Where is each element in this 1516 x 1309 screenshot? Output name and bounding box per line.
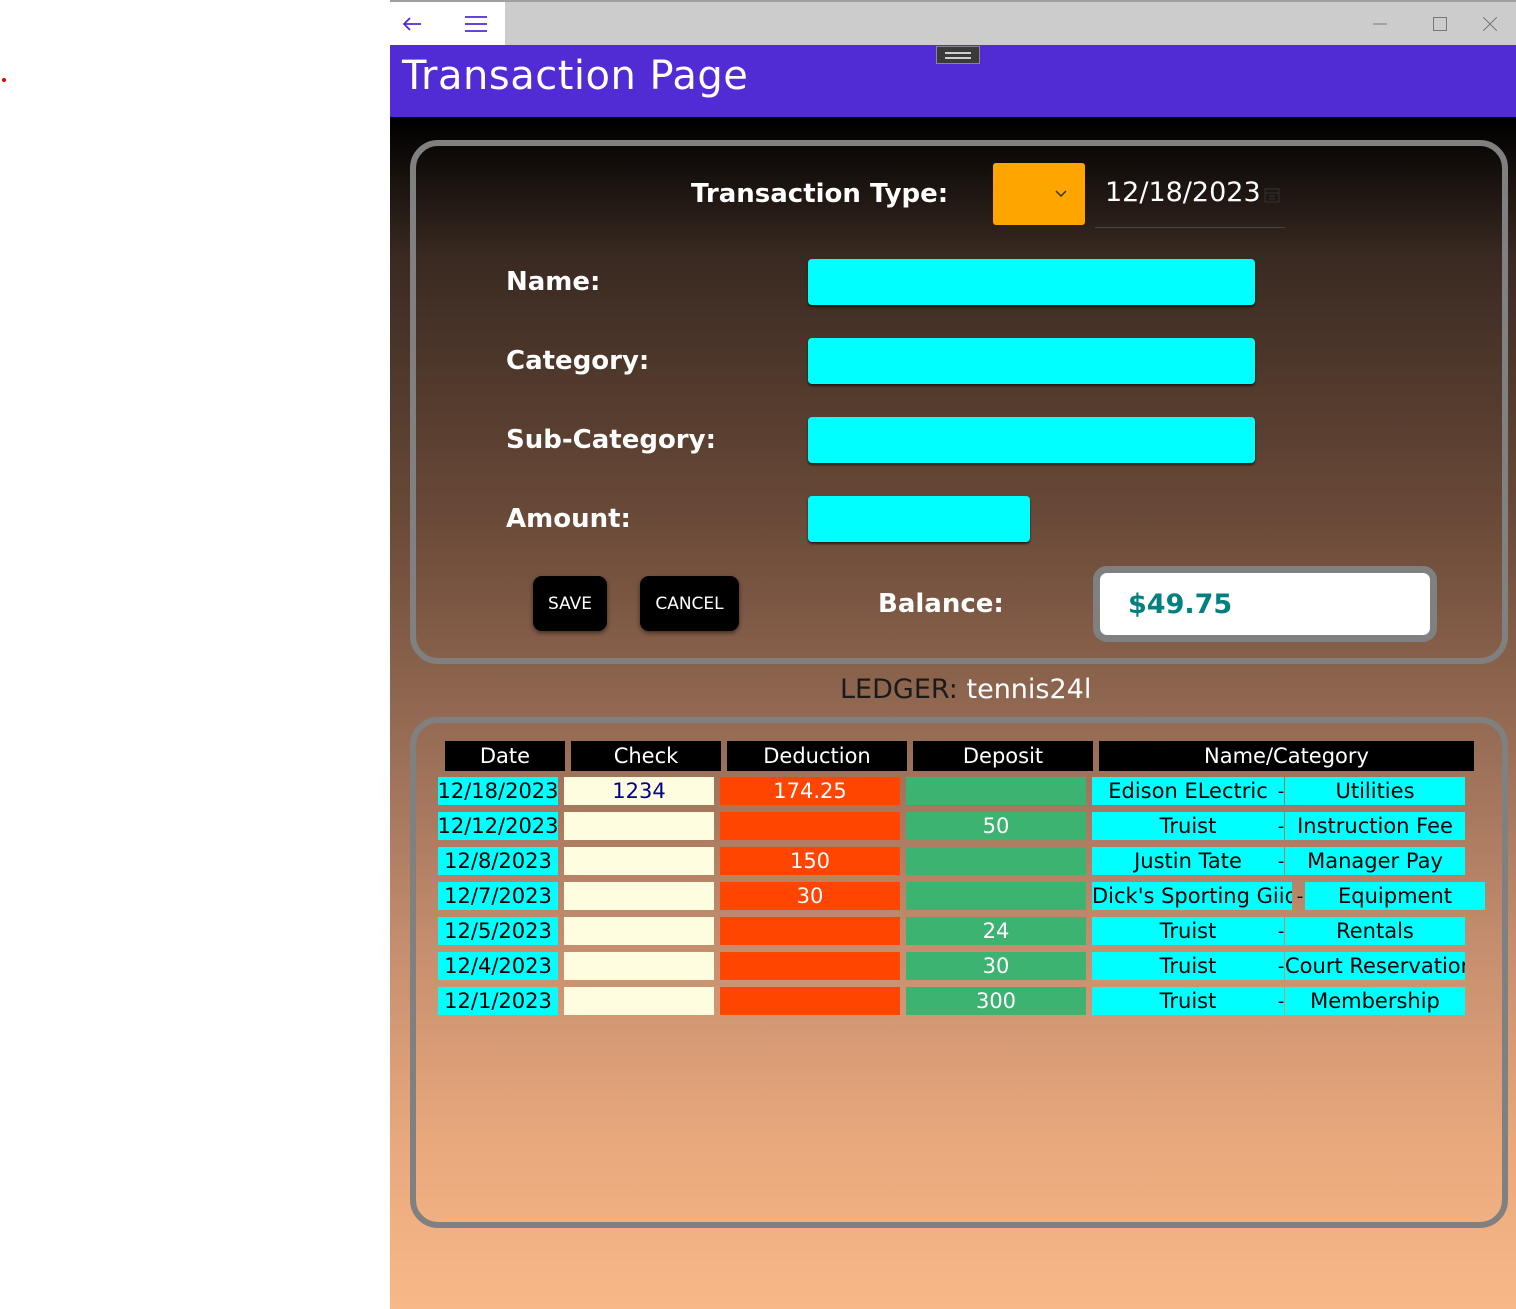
cell-name: Truist bbox=[1092, 812, 1284, 840]
cell-check bbox=[564, 882, 714, 910]
cell-date: 12/8/2023 bbox=[438, 847, 558, 875]
category-field[interactable] bbox=[808, 338, 1255, 384]
cell-name: Justin Tate bbox=[1092, 847, 1284, 875]
date-value: 12/18/2023 bbox=[1105, 177, 1261, 208]
cell-name: Edison ELectric bbox=[1092, 777, 1284, 805]
date-picker[interactable]: 12/18/2023 bbox=[1095, 163, 1285, 228]
transaction-type-picker[interactable] bbox=[993, 163, 1085, 225]
close-button[interactable] bbox=[1460, 2, 1516, 45]
ledger-label: LEDGER: bbox=[840, 674, 958, 705]
column-header-deposit: Deposit bbox=[913, 741, 1093, 771]
cell-check bbox=[564, 952, 714, 980]
cell-name: Truist bbox=[1092, 952, 1284, 980]
cell-deposit bbox=[906, 847, 1086, 875]
close-icon bbox=[1483, 16, 1497, 31]
amount-label: Amount: bbox=[506, 504, 631, 534]
cell-deduction bbox=[720, 812, 900, 840]
back-button[interactable] bbox=[390, 2, 434, 45]
cell-deduction bbox=[720, 917, 900, 945]
cell-check bbox=[564, 917, 714, 945]
column-header-name-category: Name/Category bbox=[1099, 741, 1474, 771]
cell-category: Court Reservation bbox=[1285, 952, 1465, 980]
minimize-icon bbox=[1373, 23, 1387, 24]
cell-deduction: 30 bbox=[720, 882, 900, 910]
column-header-check: Check bbox=[571, 741, 721, 771]
cell-deposit: 50 bbox=[906, 812, 1086, 840]
cell-check bbox=[564, 987, 714, 1015]
nav-button-area bbox=[390, 2, 505, 45]
maximize-icon bbox=[1433, 16, 1447, 31]
app-window: Transaction Page Transaction Type: 12/18… bbox=[390, 0, 1516, 1309]
cell-check bbox=[564, 847, 714, 875]
cell-check: 1234 bbox=[564, 777, 714, 805]
cell-deposit: 30 bbox=[906, 952, 1086, 980]
cell-deduction bbox=[720, 952, 900, 980]
page-title: Transaction Page bbox=[402, 53, 749, 99]
hamburger-icon bbox=[465, 15, 487, 32]
cancel-button[interactable]: CANCEL bbox=[640, 576, 739, 631]
subcategory-label: Sub-Category: bbox=[506, 425, 716, 455]
calendar-icon bbox=[1264, 188, 1280, 203]
cell-category: Rentals bbox=[1285, 917, 1465, 945]
cell-category: Manager Pay bbox=[1285, 847, 1465, 875]
drag-handle[interactable] bbox=[936, 46, 980, 64]
ledger-title: LEDGER: tennis24l bbox=[840, 674, 1091, 705]
cell-category: Equipment bbox=[1305, 882, 1485, 910]
cell-name: Truist bbox=[1092, 987, 1284, 1015]
cell-date: 12/12/2023 bbox=[438, 812, 558, 840]
ledger-name: tennis24l bbox=[966, 674, 1092, 705]
minimize-button[interactable] bbox=[1350, 2, 1410, 45]
category-label: Category: bbox=[506, 346, 650, 376]
cell-check bbox=[564, 812, 714, 840]
balance-label: Balance: bbox=[878, 589, 1004, 619]
cell-deposit: 24 bbox=[906, 917, 1086, 945]
cell-date: 12/1/2023 bbox=[438, 987, 558, 1015]
cell-deposit bbox=[906, 777, 1086, 805]
cell-deduction: 150 bbox=[720, 847, 900, 875]
name-field[interactable] bbox=[808, 259, 1255, 305]
balance-value: $49.75 bbox=[1128, 589, 1233, 620]
cell-deduction: 174.25 bbox=[720, 777, 900, 805]
cell-category: Membership bbox=[1285, 987, 1465, 1015]
cell-category: Instruction Fee bbox=[1285, 812, 1465, 840]
menu-button[interactable] bbox=[454, 2, 498, 45]
transaction-type-label: Transaction Type: bbox=[691, 179, 949, 209]
name-label: Name: bbox=[506, 267, 601, 297]
title-bar bbox=[390, 0, 1516, 45]
cell-name: Dick's Sporting Giids bbox=[1092, 882, 1292, 910]
stray-dot bbox=[2, 78, 6, 82]
back-arrow-icon bbox=[402, 16, 421, 31]
cell-deposit bbox=[906, 882, 1086, 910]
balance-box: $49.75 bbox=[1093, 566, 1437, 642]
cell-deduction bbox=[720, 987, 900, 1015]
cell-name: Truist bbox=[1092, 917, 1284, 945]
column-header-date: Date bbox=[445, 741, 565, 771]
cell-date: 12/7/2023 bbox=[438, 882, 558, 910]
cell-category: Utilities bbox=[1285, 777, 1465, 805]
subcategory-field[interactable] bbox=[808, 417, 1255, 463]
save-button[interactable]: SAVE bbox=[533, 576, 607, 631]
cell-date: 12/18/2023 bbox=[438, 777, 558, 805]
chevron-down-icon bbox=[1055, 190, 1067, 198]
cell-date: 12/4/2023 bbox=[438, 952, 558, 980]
cell-date: 12/5/2023 bbox=[438, 917, 558, 945]
amount-field[interactable] bbox=[808, 496, 1030, 542]
column-header-deduction: Deduction bbox=[727, 741, 907, 771]
cell-deposit: 300 bbox=[906, 987, 1086, 1015]
